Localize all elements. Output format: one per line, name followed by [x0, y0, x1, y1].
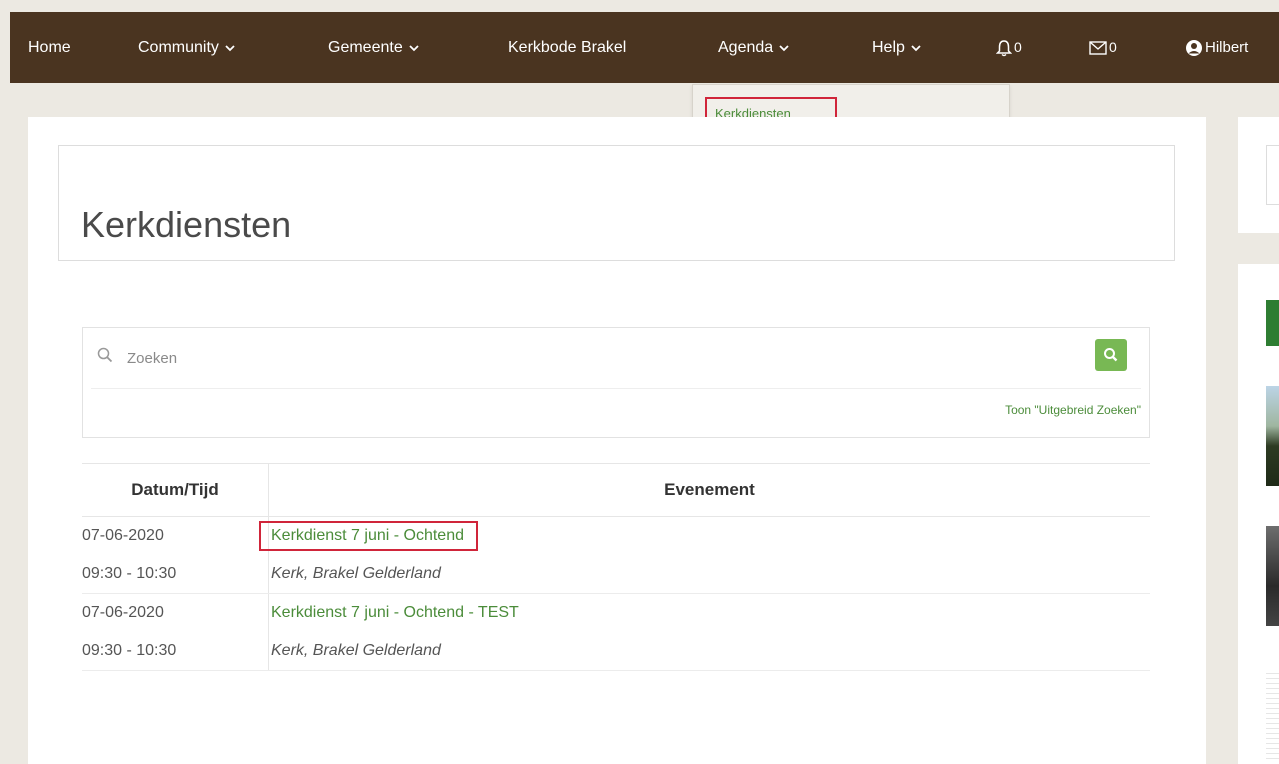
table-row: 07-06-2020 Kerkdienst 7 juni - Ochtend -… — [82, 593, 1151, 633]
sidebar-green-button[interactable] — [1266, 300, 1279, 346]
bell-icon — [995, 39, 1013, 56]
user-icon — [1185, 39, 1203, 56]
event-title-cell: Kerkdienst 7 juni - Ochtend - TEST — [269, 594, 1151, 633]
table-row: 09:30 - 10:30 Kerk, Brakel Gelderland — [82, 555, 1150, 594]
event-location: Kerk, Brakel Gelderland — [268, 555, 1150, 594]
search-divider — [91, 388, 1141, 389]
messages-count: 0 — [1109, 39, 1117, 55]
sidebar-thumbnail[interactable] — [1266, 669, 1279, 759]
sidebar-image[interactable] — [1266, 526, 1279, 626]
event-location-text: Kerk, Brakel Gelderland — [271, 565, 441, 582]
event-title-cell: Kerkdienst 7 juni - Ochtend — [259, 517, 1151, 556]
nav-kerkbode-brakel[interactable]: Kerkbode Brakel — [508, 12, 626, 83]
nav-home-label: Home — [28, 39, 71, 56]
nav-home[interactable]: Home — [28, 12, 71, 83]
column-header-event: Evenement — [268, 463, 1150, 517]
user-menu[interactable]: Hilbert — [1185, 12, 1248, 83]
column-header-datetime: Datum/Tijd — [82, 463, 269, 517]
event-title-link[interactable]: Kerkdienst 7 juni - Ochtend — [259, 521, 478, 551]
advanced-search-link[interactable]: Toon "Uitgebreid Zoeken" — [1005, 403, 1141, 417]
messages-button[interactable]: 0 — [1089, 12, 1117, 83]
user-name: Hilbert — [1205, 39, 1249, 56]
sidebar-image[interactable] — [1266, 386, 1279, 486]
table-row: 09:30 - 10:30 Kerk, Brakel Gelderland — [82, 632, 1150, 671]
event-location: Kerk, Brakel Gelderland — [268, 632, 1150, 671]
search-icon — [97, 347, 113, 368]
event-date: 07-06-2020 — [82, 593, 269, 632]
nav-community-label: Community — [138, 39, 219, 56]
envelope-icon — [1089, 39, 1107, 56]
nav-agenda-label: Agenda — [718, 39, 774, 56]
nav-agenda[interactable]: Agenda — [718, 12, 789, 83]
page-header-box: Kerkdiensten — [58, 145, 1175, 261]
event-location-text: Kerk, Brakel Gelderland — [271, 642, 441, 659]
sidebar-widget-card — [1238, 264, 1279, 764]
search-icon — [1104, 348, 1118, 362]
nav-community[interactable]: Community — [138, 12, 235, 83]
chevron-down-icon — [911, 12, 921, 83]
page-title: Kerkdiensten — [81, 204, 292, 245]
event-time: 09:30 - 10:30 — [82, 555, 269, 594]
events-table: Datum/Tijd Evenement 07-06-2020 Kerkdien… — [82, 463, 1150, 671]
notifications-button[interactable]: 0 — [995, 12, 1022, 83]
event-date: 07-06-2020 — [82, 516, 269, 555]
chevron-down-icon — [779, 12, 789, 83]
sidebar-search-input[interactable] — [1266, 145, 1279, 205]
main-content-card: Kerkdiensten Toon "Uitgebreid Zoeken" Da… — [28, 117, 1206, 764]
nav-gemeente[interactable]: Gemeente — [328, 12, 419, 83]
nav-help-label: Help — [872, 39, 905, 56]
nav-help[interactable]: Help — [872, 12, 921, 83]
chevron-down-icon — [409, 12, 419, 83]
notifications-count: 0 — [1014, 39, 1022, 55]
top-navbar: Home Community Gemeente Kerkbode Brakel … — [10, 12, 1279, 83]
nav-kerkbode-label: Kerkbode Brakel — [508, 39, 627, 56]
search-button[interactable] — [1095, 339, 1127, 371]
table-header-row: Datum/Tijd Evenement — [82, 463, 1150, 517]
sidebar-search-card — [1238, 117, 1279, 233]
search-panel: Toon "Uitgebreid Zoeken" — [82, 327, 1150, 438]
chevron-down-icon — [225, 12, 235, 83]
event-time: 09:30 - 10:30 — [82, 632, 269, 671]
event-title-link[interactable]: Kerkdienst 7 juni - Ochtend - TEST — [271, 604, 519, 621]
nav-gemeente-label: Gemeente — [328, 39, 403, 56]
search-input[interactable] — [125, 344, 1069, 372]
table-row: 07-06-2020 Kerkdienst 7 juni - Ochtend — [82, 516, 1151, 556]
